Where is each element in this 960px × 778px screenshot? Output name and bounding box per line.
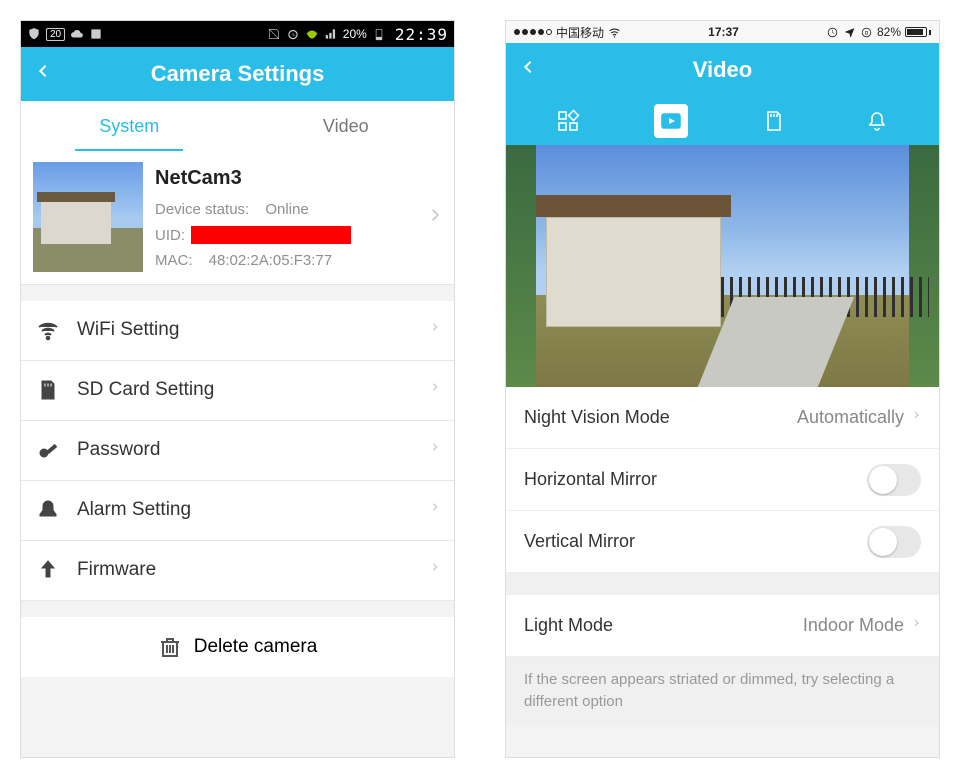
night-vision-row[interactable]: Night Vision Mode Automatically [506,387,939,449]
header-bar: Video [506,43,939,97]
tab-video[interactable] [654,104,688,138]
wifi-icon [35,318,61,342]
carrier-label: 中国移动 [556,24,604,41]
back-button[interactable] [520,55,544,85]
video-settings-list: Night Vision Mode Automatically Horizont… [506,387,939,573]
signal-icon [324,27,338,41]
device-uid-redacted [191,226,351,244]
camera-thumbnail [33,162,143,272]
tab-sdcard[interactable] [757,104,791,138]
device-name: NetCam3 [155,161,416,195]
header-bar: Camera Settings [21,47,454,101]
page-title: Camera Settings [59,61,416,87]
camera-preview[interactable] [506,145,939,387]
light-mode-row[interactable]: Light Mode Indoor Mode [506,595,939,657]
battery-percent: 20% [343,27,367,41]
settings-list: WiFi Setting SD Card Setting Password Al… [21,301,454,601]
sd-card-icon [35,378,61,402]
android-status-bar: 20 20% 22:39 [21,21,454,47]
battery-icon [372,27,386,41]
key-icon [35,438,61,462]
back-button[interactable] [35,59,59,89]
battery-icon [905,27,931,37]
tabs: System Video [21,101,454,151]
wifi-icon [608,26,621,39]
ios-status-bar: 中国移动 17:37 82% [506,21,939,43]
image-icon [89,27,103,41]
ios-phone: 中国移动 17:37 82% Video Night Vision Mode A… [505,20,940,758]
night-vision-value: Automatically [797,407,904,428]
upload-icon [35,558,61,582]
delete-camera-button[interactable]: Delete camera [21,617,454,677]
location-icon [843,26,856,39]
android-phone: 20 20% 22:39 Camera Settings System Vide… [20,20,455,758]
alarm-icon [286,27,300,41]
battery-percent: 82% [877,25,901,39]
firmware-row[interactable]: Firmware [21,541,454,601]
dnd-icon [826,26,839,39]
password-row[interactable]: Password [21,421,454,481]
device-mac: 48:02:2A:05:F3:77 [209,248,332,274]
tab-system[interactable]: System [21,101,238,151]
chevron-right-icon [912,615,921,636]
tab-alarm[interactable] [860,104,894,138]
alarm-setting-row[interactable]: Alarm Setting [21,481,454,541]
tab-video[interactable]: Video [238,101,455,151]
page-title: Video [544,57,901,83]
horizontal-mirror-row: Horizontal Mirror [506,449,939,511]
bell-icon [35,498,61,522]
chevron-right-icon [430,498,440,522]
wifi-icon [305,27,319,41]
chevron-right-icon [912,407,921,428]
trash-icon [158,635,182,659]
chevron-right-icon [428,202,442,233]
vertical-mirror-row: Vertical Mirror [506,511,939,573]
clock: 22:39 [395,25,448,44]
tab-grid[interactable] [551,104,585,138]
sd-card-setting-row[interactable]: SD Card Setting [21,361,454,421]
rotation-lock-icon [860,26,873,39]
device-info: NetCam3 Device status: Online UID: MAC: … [155,161,416,274]
signal-dots [514,29,552,35]
sub-toolbar [506,97,939,145]
device-status: Online [265,197,308,223]
device-card[interactable]: NetCam3 Device status: Online UID: MAC: … [21,151,454,285]
vertical-mirror-toggle[interactable] [867,526,921,558]
chevron-right-icon [430,318,440,342]
chevron-right-icon [430,378,440,402]
shield-icon [27,27,41,41]
light-mode-value: Indoor Mode [803,615,904,636]
light-mode-hint: If the screen appears striated or dimmed… [506,657,939,725]
chevron-right-icon [430,558,440,582]
no-sim-icon [267,27,281,41]
wifi-setting-row[interactable]: WiFi Setting [21,301,454,361]
chevron-right-icon [430,438,440,462]
clock: 17:37 [708,25,739,39]
horizontal-mirror-toggle[interactable] [867,464,921,496]
cloud-icon [70,27,84,41]
notification-count: 20 [46,28,65,41]
